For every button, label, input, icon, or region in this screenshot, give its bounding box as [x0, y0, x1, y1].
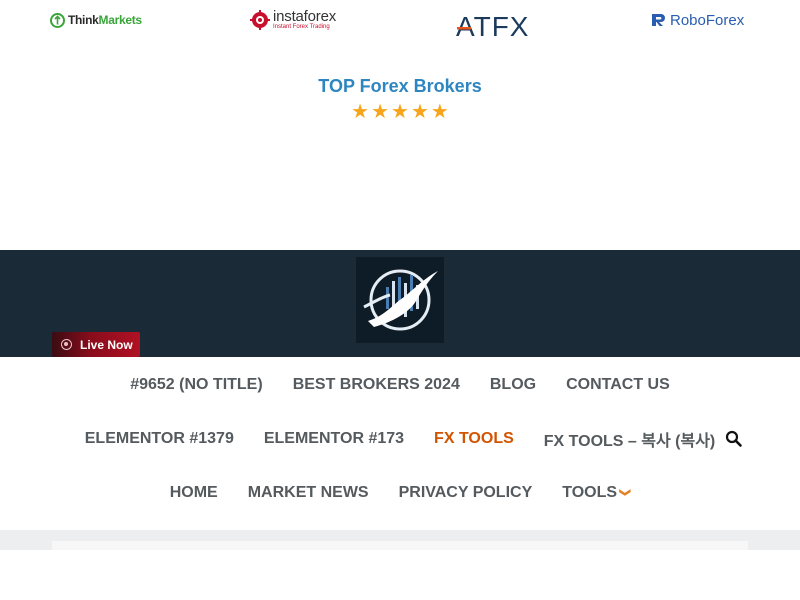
roboforex-logo[interactable]: RoboForex: [650, 8, 744, 32]
top-brokers-title: TOP Forex Brokers: [318, 76, 482, 96]
live-indicator-icon: [61, 339, 72, 350]
thinkmarkets-wordmark: ThinkMarkets: [68, 13, 142, 27]
chart-swoosh-logo-icon: [363, 269, 438, 331]
star-icon: ★: [430, 101, 449, 123]
broker-logo-strip: ThinkMarkets instaforex Instant Forex Tr…: [0, 0, 800, 48]
nav-item-elementor-1379[interactable]: ELEMENTOR #1379: [85, 430, 234, 448]
nav-item-home[interactable]: HOME: [170, 484, 218, 502]
nav-item-privacy-policy[interactable]: PRIVACY POLICY: [399, 484, 533, 502]
instaforex-tagline: Instant Forex Trading: [273, 24, 330, 30]
search-icon: [725, 430, 742, 447]
thinkmarkets-logo[interactable]: ThinkMarkets: [50, 8, 142, 32]
page-footer-area: [0, 550, 800, 600]
nav-item-blog[interactable]: BLOG: [490, 376, 536, 394]
chevron-down-icon: ❯: [619, 487, 632, 498]
star-icon: ★: [351, 101, 370, 123]
nav-item-tools-label: TOOLS: [562, 484, 618, 501]
nav-item-fx-tools[interactable]: FX TOOLS: [434, 430, 514, 448]
site-logo[interactable]: [356, 257, 444, 343]
primary-nav-row-2: ELEMENTOR #1379 ELEMENTOR #173 FX TOOLS …: [0, 428, 800, 450]
atfx-wordmark: ATFX: [456, 11, 529, 40]
instaforex-wordmark: instaforex: [273, 8, 337, 25]
nav-item-no-title[interactable]: #9652 (NO TITLE): [130, 376, 262, 394]
site-header: Live Now: [0, 250, 800, 357]
star-icon: ★: [391, 101, 409, 123]
nav-item-contact-us[interactable]: CONTACT US: [566, 376, 670, 394]
nav-item-best-brokers-2024[interactable]: BEST BROKERS 2024: [293, 376, 460, 394]
live-now-button[interactable]: Live Now: [52, 332, 140, 357]
nav-item-fx-tools-copy[interactable]: FX TOOLS – 복사 (복사): [544, 427, 715, 451]
search-button[interactable]: [725, 430, 743, 448]
atfx-logo[interactable]: ATFX: [455, 10, 545, 40]
live-now-label: Live Now: [80, 337, 133, 352]
nav-item-market-news[interactable]: MARKET NEWS: [248, 484, 369, 502]
roboforex-icon: [652, 14, 665, 26]
content-card: [52, 541, 748, 550]
nav-item-elementor-173[interactable]: ELEMENTOR #173: [264, 430, 404, 448]
rating-stars: ★ ★ ★ ★ ★: [0, 102, 800, 123]
instaforex-logo[interactable]: instaforex Instant Forex Trading: [250, 8, 336, 32]
roboforex-wordmark: RoboForex: [670, 11, 745, 29]
primary-nav-row-1: #9652 (NO TITLE) BEST BROKERS 2024 BLOG …: [0, 374, 800, 396]
nav-item-tools[interactable]: TOOLS ❯: [562, 484, 632, 502]
star-icon: ★: [410, 101, 429, 123]
primary-nav-row-3: HOME MARKET NEWS PRIVACY POLICY TOOLS ❯: [0, 482, 800, 504]
instaforex-icon: [250, 10, 270, 30]
atfx-label: ATFX: [456, 11, 529, 40]
star-icon: ★: [371, 101, 390, 123]
thinkmarkets-icon: [50, 12, 65, 28]
